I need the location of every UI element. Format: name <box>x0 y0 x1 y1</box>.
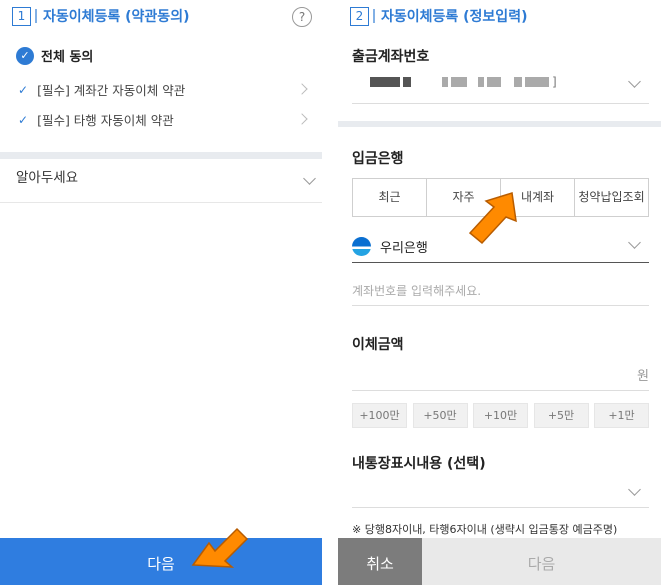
chevron-right-icon <box>296 113 308 125</box>
tab-recent[interactable]: 최근 <box>353 179 427 216</box>
quick-amount-1[interactable]: +1만 <box>594 403 649 428</box>
section-divider <box>0 152 322 159</box>
chevron-down-icon[interactable] <box>628 75 641 88</box>
cancel-button[interactable]: 취소 <box>338 538 422 585</box>
step-divider <box>373 9 375 23</box>
quick-amount-50[interactable]: +50만 <box>412 403 468 428</box>
quick-amount-10[interactable]: +10만 <box>473 403 528 428</box>
info-input-panel: 2 자동이체등록 (정보입력) 출금계좌번호 ] 입금은행 최근 자주 내계좌 … <box>338 0 661 585</box>
section-divider <box>338 121 661 127</box>
amount-unit: 원 <box>637 369 649 384</box>
step-divider <box>35 9 37 23</box>
divider <box>352 103 649 104</box>
terms-agreement-panel: 1 자동이체등록 (약관동의) ? ✓ 전체 동의 ✓ [필수] 계좌간 자동이… <box>0 0 322 585</box>
chevron-down-icon[interactable] <box>628 483 641 496</box>
withdraw-account-label: 출금계좌번호 <box>352 49 430 65</box>
agree-all-checkbox[interactable]: ✓ 전체 동의 <box>16 46 93 65</box>
masked-digits <box>442 77 448 87</box>
term-item-other-bank[interactable]: ✓ [필수] 타행 자동이체 약관 <box>18 110 318 129</box>
step-number-badge: 2 <box>350 6 369 26</box>
bank-name: 우리은행 <box>380 241 428 256</box>
pointer-arrow-icon <box>191 527 249 568</box>
withdraw-account-select[interactable]: ] <box>370 75 557 89</box>
masked-digits <box>370 77 400 87</box>
next-button-disabled[interactable]: 다음 <box>422 538 661 585</box>
step-header: 1 자동이체등록 (약관동의) <box>12 4 189 28</box>
notice-label: 알아두세요 <box>16 170 79 186</box>
term-item-transfer[interactable]: ✓ [필수] 계좌간 자동이체 약관 <box>18 80 318 99</box>
masked-digits <box>451 77 467 87</box>
masked-digits <box>487 77 501 87</box>
tab-subscription[interactable]: 청약납입조회 <box>575 179 648 216</box>
quick-amount-100[interactable]: +100만 <box>352 403 407 428</box>
panel-divider <box>322 0 338 585</box>
chevron-down-icon[interactable] <box>303 172 316 185</box>
memo-input-line[interactable] <box>352 507 649 508</box>
step-number-badge: 1 <box>12 6 31 26</box>
step-header: 2 자동이체등록 (정보입력) <box>350 4 527 28</box>
amount-label: 이체금액 <box>352 337 404 353</box>
check-circle-icon: ✓ <box>16 46 34 65</box>
memo-note: ※ 당행8자이내, 타행6자이내 (생략시 입금통장 예금주명) <box>352 523 618 536</box>
step-title: 자동이체등록 (정보입력) <box>381 9 528 25</box>
masked-digits <box>514 77 522 87</box>
memo-label: 내통장표시내용 (선택) <box>352 456 486 472</box>
pointer-arrow-icon <box>468 192 517 245</box>
deposit-bank-label: 입금은행 <box>352 151 404 167</box>
term-label: [필수] 계좌간 자동이체 약관 <box>37 83 186 98</box>
divider <box>0 202 322 203</box>
quick-amount-5[interactable]: +5만 <box>533 403 589 428</box>
term-label: [필수] 타행 자동이체 약관 <box>37 113 174 128</box>
divider <box>352 305 649 306</box>
masked-digits <box>525 77 549 87</box>
checkmark-icon: ✓ <box>18 82 29 97</box>
agree-all-label: 전체 동의 <box>41 50 94 65</box>
account-number-input[interactable]: 계좌번호를 입력해주세요. <box>352 282 481 299</box>
notice-accordion[interactable]: 알아두세요 <box>16 166 78 186</box>
quick-amount-buttons: +100만 +50만 +10만 +5만 +1만 <box>352 403 649 428</box>
account-suffix: ] <box>552 75 557 89</box>
amount-input-line[interactable] <box>352 390 649 391</box>
masked-digits <box>403 77 411 87</box>
next-button[interactable]: 다음 <box>0 538 322 585</box>
help-icon[interactable]: ? <box>292 7 312 27</box>
chevron-right-icon <box>296 83 308 95</box>
step-title: 자동이체등록 (약관동의) <box>43 9 190 25</box>
masked-digits <box>478 77 484 87</box>
checkmark-icon: ✓ <box>18 112 29 127</box>
woori-bank-logo-icon <box>352 237 371 256</box>
